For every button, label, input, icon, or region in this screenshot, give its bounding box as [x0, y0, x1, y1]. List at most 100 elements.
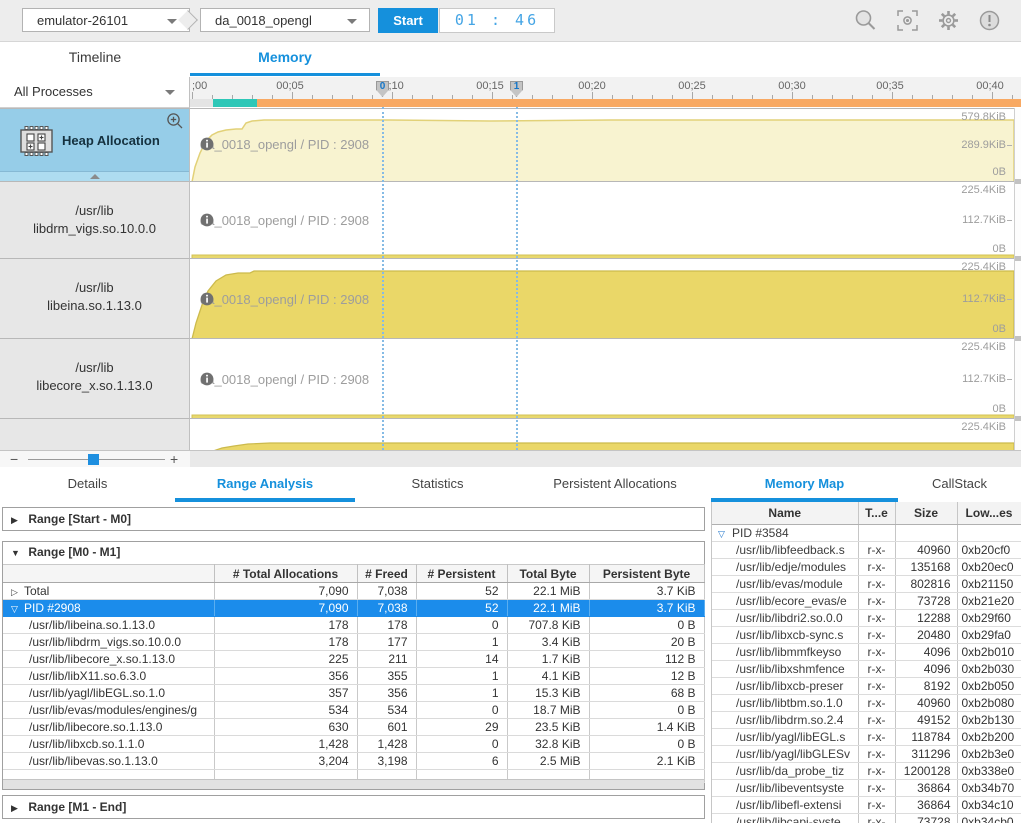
row-boundary-handle[interactable]	[1015, 256, 1021, 261]
zoom-out-button[interactable]: −	[10, 451, 18, 467]
chart-row-label-partial[interactable]	[0, 418, 190, 450]
zoom-slider-handle[interactable]	[88, 454, 99, 465]
range-m0-m1-header[interactable]: ▼ Range [M0 - M1]	[3, 542, 704, 564]
tab-statistics[interactable]: Statistics	[355, 470, 520, 498]
memmap-row--usr-lib-libxcb-sync-s[interactable]: /usr/lib/libxcb-sync.sr-x-204800xb29fa0	[712, 627, 1021, 644]
tab-persistent-allocations[interactable]: Persistent Allocations	[520, 470, 710, 498]
memmap-row-pid-3584[interactable]: ▽PID #3584	[712, 525, 1021, 542]
range-m1-end-header[interactable]: ▶ Range [M1 - End]	[2, 795, 705, 819]
memmap-row--usr-lib-libxshmfence[interactable]: /usr/lib/libxshmfencer-x-40960xb2b030	[712, 661, 1021, 678]
memmap-column-header[interactable]: T...e	[858, 502, 895, 525]
range-row--usr-lib-libevas-so-1-13-0[interactable]: /usr/lib/libevas.so.1.13.03,2043,19862.5…	[3, 753, 704, 770]
memmap-row--usr-lib-da-probe-tiz[interactable]: /usr/lib/da_probe_tizr-x-12001280xb338e0	[712, 763, 1021, 780]
chart-row-label-libecore-x[interactable]: /usr/lib libecore_x.so.1.13.0	[0, 338, 190, 418]
memmap-row--usr-lib-libfeedback-s[interactable]: /usr/lib/libfeedback.sr-x-409600xb20cf0	[712, 542, 1021, 559]
memmap-row--usr-lib-libeventsyste[interactable]: /usr/lib/libeventsyster-x-368640xb34b70	[712, 780, 1021, 797]
range-row--usr-lib-libdrm-vigs-so-10-0-0[interactable]: /usr/lib/libdrm_vigs.so.10.0.017817713.4…	[3, 634, 704, 651]
ruler-major-tick	[892, 92, 893, 99]
settings-icon[interactable]	[935, 7, 962, 34]
libecore-x-chart[interactable]: da_0018_opengl / PID : 2908 225.4KiB 112…	[190, 338, 1014, 418]
zoom-in-chart-icon[interactable]	[166, 112, 184, 133]
tab-memory[interactable]: Memory	[190, 42, 380, 73]
memmap-row--usr-lib-ecore-evas-e[interactable]: /usr/lib/ecore_evas/er-x-737280xb21e20	[712, 593, 1021, 610]
memmap-row--usr-lib-libdrm-so-2-4[interactable]: /usr/lib/libdrm.so.2.4r-x-491520xb2b130	[712, 712, 1021, 729]
range-row--usr-lib-libecore-so-1-13-0[interactable]: /usr/lib/libecore.so.1.13.06306012923.5 …	[3, 719, 704, 736]
memmap-row--usr-lib-libdri2-so-0-0[interactable]: /usr/lib/libdri2.so.0.0r-x-122880xb29f60	[712, 610, 1021, 627]
tab-range-analysis[interactable]: Range Analysis	[175, 470, 355, 498]
expand-expanded-icon[interactable]: ▽	[718, 529, 732, 540]
memmap-row--usr-lib-libmmfkeyso[interactable]: /usr/lib/libmmfkeysor-x-40960xb2b010	[712, 644, 1021, 661]
cell-type: r-x-	[858, 729, 895, 746]
cell-value: 22.1 MiB	[507, 583, 589, 600]
app-select[interactable]: da_0018_opengl	[200, 8, 370, 32]
row-name: /usr/lib/da_probe_tiz	[736, 764, 844, 778]
column-header[interactable]: # Persistent	[416, 565, 507, 583]
range-row--usr-lib-yagl-libegl-so-1-0[interactable]: /usr/lib/yagl/libEGL.so.1.0357356115.3 K…	[3, 685, 704, 702]
memmap-row--usr-lib-libtbm-so-1-0[interactable]: /usr/lib/libtbm.so.1.0r-x-409600xb2b080	[712, 695, 1021, 712]
memmap-row--usr-lib-evas-module[interactable]: /usr/lib/evas/moduler-x-8028160xb21150	[712, 576, 1021, 593]
memmap-row--usr-lib-libxcb-preser[interactable]: /usr/lib/libxcb-preserr-x-81920xb2b050	[712, 678, 1021, 695]
memmap-row--usr-lib-yagl-libglesv[interactable]: /usr/lib/yagl/libGLESvr-x-3112960xb2b3e0	[712, 746, 1021, 763]
row-boundary-handle[interactable]	[1015, 416, 1021, 421]
memmap-column-header[interactable]: Size	[895, 502, 957, 525]
time-ruler[interactable]: ;0000;0500;1000;1500;2000;2500;3000;3500…	[190, 77, 1021, 99]
memmap-row--usr-lib-edje-modules[interactable]: /usr/lib/edje/modulesr-x-1351680xb20ec0	[712, 559, 1021, 576]
libeina-chart[interactable]: da_0018_opengl / PID : 2908 225.4KiB 112…	[190, 258, 1014, 338]
process-info: da_0018_opengl / PID : 2908	[200, 137, 369, 152]
tab-timeline[interactable]: Timeline	[0, 42, 190, 73]
tab-memory-label: Memory	[258, 49, 312, 65]
collapse-row-handle[interactable]	[0, 171, 189, 181]
axis-tick	[1007, 299, 1012, 300]
column-header[interactable]: # Freed	[357, 565, 416, 583]
chart-row-label-libdrm-vigs[interactable]: /usr/lib libdrm_vigs.so.10.0.0	[0, 181, 190, 258]
row-boundary-handle[interactable]	[1015, 336, 1021, 341]
tab-callstack[interactable]: CallStack	[898, 470, 1021, 498]
column-header-name[interactable]	[3, 565, 214, 583]
column-header[interactable]: Total Byte	[507, 565, 589, 583]
range-row--usr-lib-libx11-so-6-3-0[interactable]: /usr/lib/libX11.so.6.3.035635514.1 KiB12…	[3, 668, 704, 685]
horizontal-scrollbar[interactable]	[190, 450, 1021, 467]
timeline-marker-0[interactable]: 0	[376, 81, 389, 97]
chart-row-label-libeina[interactable]: /usr/lib libeina.so.1.13.0	[0, 258, 190, 338]
memmap-column-header[interactable]: Low...es	[957, 502, 1021, 525]
timeline-overview-bar[interactable]	[190, 99, 1021, 107]
memmap-row--usr-lib-yagl-libegl-s[interactable]: /usr/lib/yagl/libEGL.sr-x-1187840xb2b200	[712, 729, 1021, 746]
range-row--usr-lib-libeina-so-1-13-0[interactable]: /usr/lib/libeina.so.1.13.01781780707.8 K…	[3, 617, 704, 634]
cell-addr: 0xb2b3e0	[957, 746, 1021, 763]
start-button[interactable]: Start	[378, 8, 438, 33]
screenshot-icon[interactable]	[894, 7, 921, 34]
expand-expanded-icon[interactable]: ▽	[11, 604, 24, 615]
partial-chart-row[interactable]: 225.4KiB	[190, 418, 1014, 450]
partial-area-chart	[190, 419, 1014, 450]
memmap-row--usr-lib-libcapi-syste[interactable]: /usr/lib/libcapi-syster-x-737280xb34cb0	[712, 814, 1021, 823]
expand-collapsed-icon[interactable]: ▷	[11, 587, 24, 598]
cell-addr: 0xb20ec0	[957, 559, 1021, 576]
cell-type: r-x-	[858, 627, 895, 644]
row-boundary-handle[interactable]	[1015, 179, 1021, 184]
memmap-column-header[interactable]: Name	[712, 502, 858, 525]
tab-details[interactable]: Details	[0, 470, 175, 498]
range-row--usr-lib-libxcb-so-1-1-0[interactable]: /usr/lib/libxcb.so.1.1.01,4281,428032.8 …	[3, 736, 704, 753]
range-row-total[interactable]: ▷Total7,0907,0385222.1 MiB3.7 KiB	[3, 583, 704, 600]
memmap-row--usr-lib-libefl-extensi[interactable]: /usr/lib/libefl-extensir-x-368640xb34c10	[712, 797, 1021, 814]
column-header[interactable]: # Total Allocations	[214, 565, 357, 583]
cell-value: 177	[357, 634, 416, 651]
libdrm-vigs-chart[interactable]: da_0018_opengl / PID : 2908 225.4KiB 112…	[190, 181, 1014, 258]
zoom-in-button[interactable]: +	[170, 451, 178, 467]
range-row-pid-2908[interactable]: ▽PID #29087,0907,0385222.1 MiB3.7 KiB	[3, 600, 704, 617]
heap-allocation-chart[interactable]: da_0018_opengl / PID : 2908 579.8KiB 289…	[190, 108, 1014, 181]
table-scrollbar[interactable]	[3, 779, 704, 789]
range-row--usr-lib-libecore-x-so-1-13-0[interactable]: /usr/lib/libecore_x.so.1.13.0225211141.7…	[3, 651, 704, 668]
tab-memory-map[interactable]: Memory Map	[711, 470, 898, 498]
ruler-time-label: 00;25	[678, 80, 706, 92]
range-start-m0-header[interactable]: ▶ Range [Start - M0]	[2, 507, 705, 531]
range-row--usr-lib-evas-modules-engines-g[interactable]: /usr/lib/evas/modules/engines/g534534018…	[3, 702, 704, 719]
row-scroll-column[interactable]	[1014, 108, 1021, 450]
about-icon[interactable]	[976, 7, 1003, 34]
search-icon[interactable]	[852, 7, 879, 34]
device-select[interactable]: emulator-26101	[22, 8, 190, 32]
column-header[interactable]: Persistent Byte	[589, 565, 704, 583]
memory-map-panel: NameT...eSizeLow...es▽PID #3584/usr/lib/…	[711, 502, 1021, 823]
chart-row-label-heap-allocation[interactable]: Heap Allocation	[0, 108, 190, 181]
process-filter-select[interactable]: All Processes	[0, 77, 190, 108]
